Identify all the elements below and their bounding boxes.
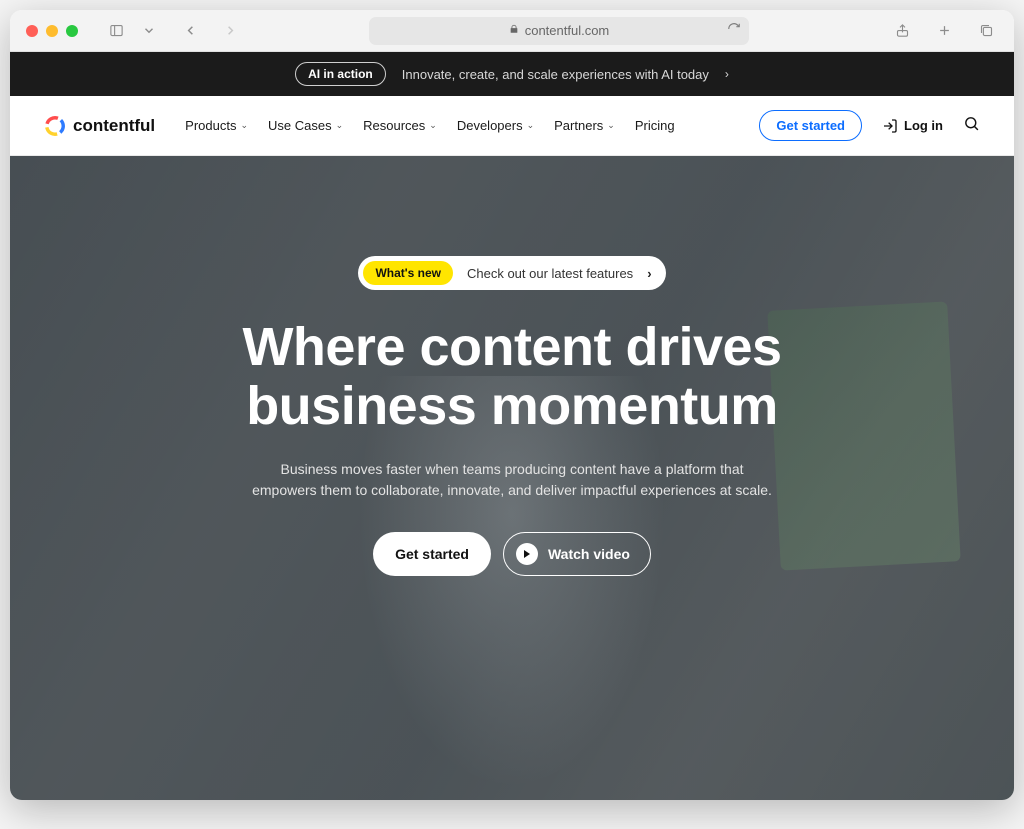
login-icon bbox=[882, 118, 898, 134]
chevron-down-icon: ⌄ bbox=[429, 120, 437, 131]
hero-bg-plant-image bbox=[767, 301, 960, 570]
hero-subhead: Business moves faster when teams produci… bbox=[252, 459, 772, 502]
lock-icon bbox=[509, 23, 519, 38]
hero-get-started-button[interactable]: Get started bbox=[373, 532, 491, 576]
fullscreen-window-button[interactable] bbox=[66, 25, 78, 37]
login-link[interactable]: Log in bbox=[882, 118, 943, 134]
headline-line-2: business momentum bbox=[246, 376, 778, 436]
browser-window: contentful.com AI in action Innovate, cr… bbox=[10, 10, 1014, 800]
nav-item-partners[interactable]: Partners ⌄ bbox=[554, 118, 615, 133]
reload-icon[interactable] bbox=[727, 22, 741, 39]
nav-buttons bbox=[178, 19, 242, 43]
minimize-window-button[interactable] bbox=[46, 25, 58, 37]
nav-item-use-cases[interactable]: Use Cases ⌄ bbox=[268, 118, 343, 133]
primary-nav: contentful Products ⌄ Use Cases ⌄ Resour… bbox=[10, 96, 1014, 156]
whats-new-pill[interactable]: What's new Check out our latest features… bbox=[358, 256, 665, 290]
hero-bg-person-image bbox=[332, 376, 692, 800]
nav-label: Developers bbox=[457, 118, 523, 133]
hero-headline: Where content drives business momentum bbox=[242, 318, 781, 437]
nav-item-pricing[interactable]: Pricing bbox=[635, 118, 675, 133]
address-bar[interactable]: contentful.com bbox=[369, 17, 749, 45]
chevron-down-icon: ⌄ bbox=[607, 120, 615, 131]
tabs-overview-icon[interactable] bbox=[974, 19, 998, 43]
address-bar-container: contentful.com bbox=[250, 17, 868, 45]
window-controls bbox=[26, 25, 78, 37]
whats-new-tag: What's new bbox=[363, 261, 453, 285]
nav-item-products[interactable]: Products ⌄ bbox=[185, 118, 248, 133]
play-icon bbox=[516, 543, 538, 565]
search-icon[interactable] bbox=[963, 115, 980, 137]
hero-section: What's new Check out our latest features… bbox=[10, 156, 1014, 800]
close-window-button[interactable] bbox=[26, 25, 38, 37]
chevron-right-icon: › bbox=[647, 266, 651, 281]
brand-name: contentful bbox=[73, 116, 155, 136]
brand-mark-icon bbox=[44, 115, 66, 137]
forward-button[interactable] bbox=[218, 19, 242, 43]
back-button[interactable] bbox=[178, 19, 202, 43]
announcement-text: Innovate, create, and scale experiences … bbox=[402, 67, 709, 82]
share-icon[interactable] bbox=[890, 19, 914, 43]
nav-label: Partners bbox=[554, 118, 603, 133]
tab-overview-dropdown-icon[interactable] bbox=[142, 19, 156, 43]
nav-label: Pricing bbox=[635, 118, 675, 133]
nav-links: Products ⌄ Use Cases ⌄ Resources ⌄ Devel… bbox=[185, 118, 674, 133]
nav-item-resources[interactable]: Resources ⌄ bbox=[363, 118, 437, 133]
brand-logo[interactable]: contentful bbox=[44, 115, 155, 137]
announcement-pill: AI in action bbox=[295, 62, 386, 86]
sidebar-toggle-icon[interactable] bbox=[104, 19, 128, 43]
headline-line-1: Where content drives bbox=[242, 317, 781, 377]
announcement-bar[interactable]: AI in action Innovate, create, and scale… bbox=[10, 52, 1014, 96]
nav-right-group: Get started Log in bbox=[759, 110, 980, 141]
watch-video-button[interactable]: Watch video bbox=[503, 532, 651, 576]
chevron-down-icon: ⌄ bbox=[240, 120, 248, 131]
url-text: contentful.com bbox=[525, 23, 610, 38]
nav-label: Resources bbox=[363, 118, 425, 133]
nav-item-developers[interactable]: Developers ⌄ bbox=[457, 118, 534, 133]
titlebar-right-group bbox=[890, 19, 998, 43]
chevron-right-icon: › bbox=[725, 67, 729, 81]
whats-new-text: Check out our latest features bbox=[467, 266, 633, 281]
hero-cta-group: Get started Watch video bbox=[373, 532, 651, 576]
titlebar: contentful.com bbox=[10, 10, 1014, 52]
login-label: Log in bbox=[904, 118, 943, 133]
nav-label: Products bbox=[185, 118, 236, 133]
chevron-down-icon: ⌄ bbox=[527, 120, 535, 131]
get-started-button[interactable]: Get started bbox=[759, 110, 862, 141]
chevron-down-icon: ⌄ bbox=[336, 120, 344, 131]
new-tab-icon[interactable] bbox=[932, 19, 956, 43]
nav-label: Use Cases bbox=[268, 118, 332, 133]
titlebar-left-group bbox=[104, 19, 156, 43]
watch-video-label: Watch video bbox=[548, 546, 630, 562]
